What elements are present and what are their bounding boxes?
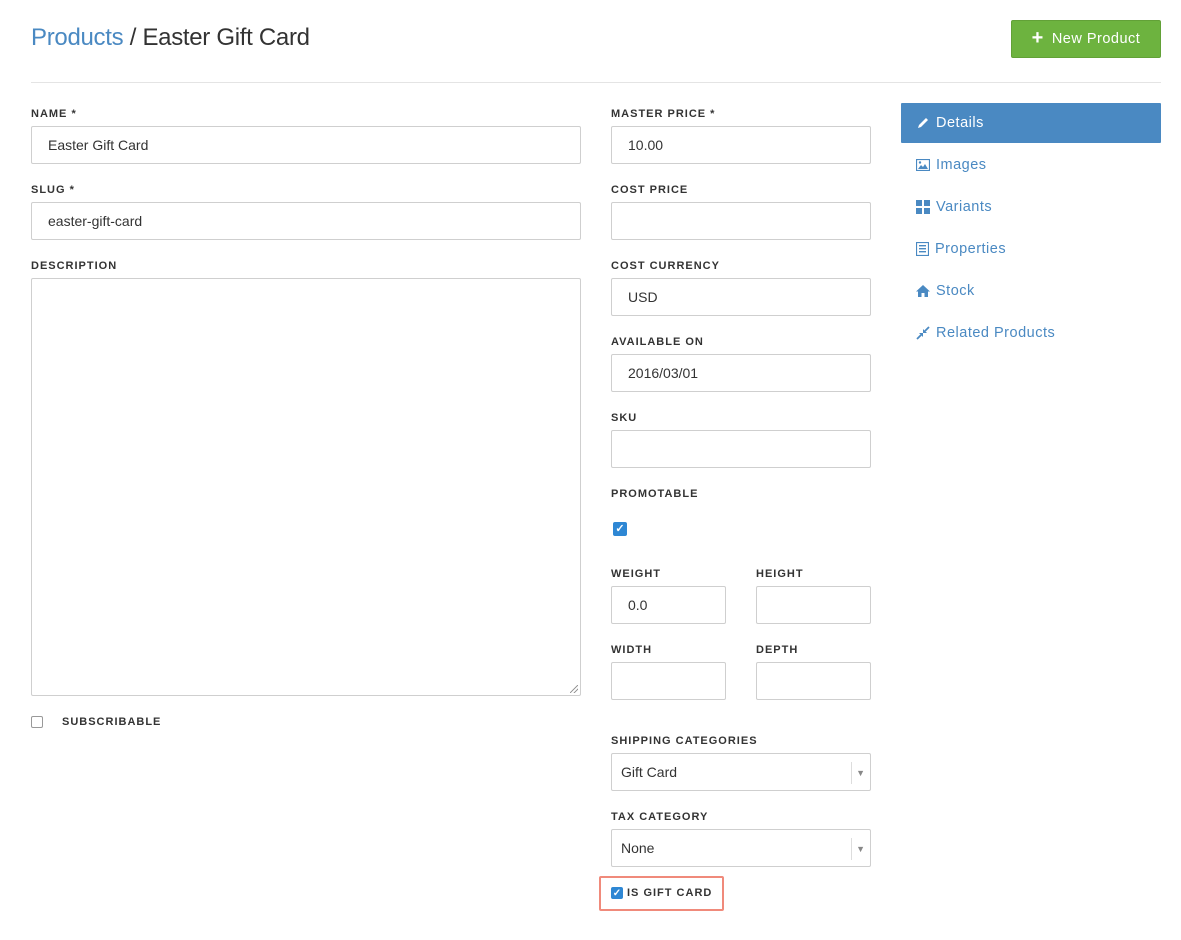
sidebar-item-related-products[interactable]: Related Products xyxy=(916,325,1055,341)
sidebar-item-label: Variants xyxy=(936,199,993,215)
master-price-label: MASTER PRICE * xyxy=(611,108,716,120)
depth-input[interactable] xyxy=(756,662,871,700)
picture-icon xyxy=(916,159,930,171)
height-label: HEIGHT xyxy=(756,568,804,580)
weight-label: WEIGHT xyxy=(611,568,661,580)
sku-input[interactable] xyxy=(611,430,871,468)
plus-icon: + xyxy=(1031,27,1044,49)
shipping-categories-value: Gift Card xyxy=(621,764,678,780)
sidebar-item-details[interactable]: Details xyxy=(901,103,1161,143)
select-separator xyxy=(851,838,852,860)
description-label: DESCRIPTION xyxy=(31,260,118,272)
tax-category-select[interactable]: None ▼ xyxy=(611,829,871,867)
sidebar-item-images[interactable]: Images xyxy=(916,157,987,173)
resize-grip-icon[interactable] xyxy=(570,685,578,693)
list-icon xyxy=(916,242,929,256)
description-textarea[interactable] xyxy=(31,278,581,696)
chevron-down-icon: ▼ xyxy=(856,768,865,778)
breadcrumb-current: Easter Gift Card xyxy=(142,24,310,51)
breadcrumb-products-link[interactable]: Products xyxy=(31,24,124,51)
is-gift-card-label: IS GIFT CARD xyxy=(627,887,713,899)
sidebar-item-properties[interactable]: Properties xyxy=(916,241,1006,257)
cost-currency-input[interactable]: USD xyxy=(611,278,871,316)
tax-category-value: None xyxy=(621,840,655,856)
sidebar-item-label: Related Products xyxy=(936,325,1056,341)
subscribable-checkbox[interactable] xyxy=(31,716,43,728)
cost-price-label: COST PRICE xyxy=(611,184,689,196)
header-divider xyxy=(31,82,1161,83)
cost-currency-label: COST CURRENCY xyxy=(611,260,720,272)
sku-label: SKU xyxy=(611,412,638,424)
page-title: Products / Easter Gift Card xyxy=(31,24,310,52)
width-input[interactable] xyxy=(611,662,726,700)
sidebar-item-label: Properties xyxy=(935,241,1007,257)
new-product-button[interactable]: + New Product xyxy=(1011,20,1161,58)
width-label: WIDTH xyxy=(611,644,653,656)
pencil-icon xyxy=(918,118,928,128)
breadcrumb-separator: / xyxy=(129,24,137,51)
master-price-input[interactable]: 10.00 xyxy=(611,126,871,164)
sidebar-item-stock[interactable]: Stock xyxy=(916,283,975,299)
sidebar-item-label: Details xyxy=(936,115,984,131)
arrows-in-icon xyxy=(916,326,930,340)
promotable-label: PROMOTABLE xyxy=(611,488,699,500)
chevron-down-icon: ▼ xyxy=(856,844,865,854)
grid-icon xyxy=(916,200,930,214)
is-gift-card-checkbox[interactable]: ✓ xyxy=(611,887,623,899)
weight-input[interactable]: 0.0 xyxy=(611,586,726,624)
slug-label: SLUG * xyxy=(31,184,75,196)
shipping-categories-select[interactable]: Gift Card ▼ xyxy=(611,753,871,791)
new-product-button-label: New Product xyxy=(1051,31,1141,47)
tax-category-label: TAX CATEGORY xyxy=(611,811,709,823)
depth-label: DEPTH xyxy=(756,644,799,656)
available-on-input[interactable]: 2016/03/01 xyxy=(611,354,871,392)
shipping-categories-label: SHIPPING CATEGORIES xyxy=(611,735,758,747)
slug-input[interactable]: easter-gift-card xyxy=(31,202,581,240)
subscribable-label: SUBSCRIBABLE xyxy=(62,716,162,728)
select-separator xyxy=(851,762,852,784)
sidebar-item-label: Images xyxy=(936,157,987,173)
name-input[interactable]: Easter Gift Card xyxy=(31,126,581,164)
cost-price-input[interactable] xyxy=(611,202,871,240)
sidebar-item-variants[interactable]: Variants xyxy=(916,199,992,215)
sidebar-item-label: Stock xyxy=(936,283,975,299)
height-input[interactable] xyxy=(756,586,871,624)
name-label: NAME * xyxy=(31,108,77,120)
available-on-label: AVAILABLE ON xyxy=(611,336,704,348)
promotable-checkbox[interactable]: ✓ xyxy=(613,522,627,536)
home-icon xyxy=(916,285,930,297)
